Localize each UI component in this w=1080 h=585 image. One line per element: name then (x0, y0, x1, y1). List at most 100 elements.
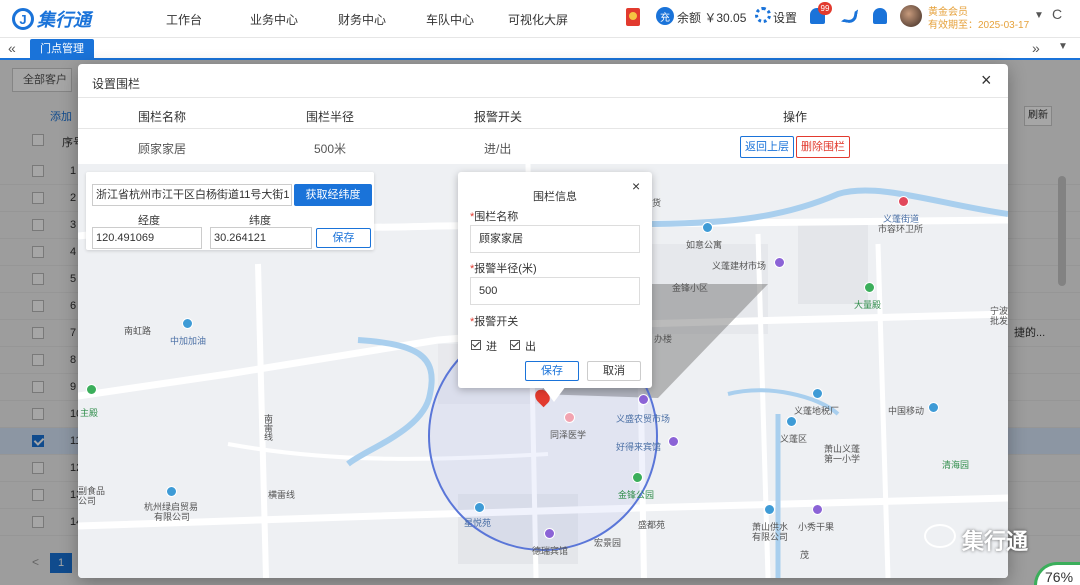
map-label: 大量殿 (854, 300, 882, 310)
tab-scroll-left-icon[interactable]: « (8, 40, 16, 56)
poi-icon[interactable] (812, 504, 823, 515)
alert-bell-icon[interactable] (873, 8, 887, 24)
poi-icon[interactable] (864, 282, 875, 293)
poi-icon[interactable] (764, 504, 775, 515)
poi-icon[interactable] (898, 196, 909, 207)
tab-scroll-right-icon[interactable]: » (1032, 40, 1040, 56)
map-label: 清海园 (942, 460, 970, 470)
nav-workbench[interactable]: 工作台 (166, 11, 202, 28)
map-label: 第一小学 (824, 454, 861, 464)
poi-icon[interactable] (86, 384, 97, 395)
nav-fleet-center[interactable]: 车队中心 (426, 11, 474, 28)
poi-icon[interactable] (564, 412, 575, 423)
map-view[interactable]: 义蓬街道 市容环卫所 如意公寓 义蓬建材市场 金锋小区 大量殿 南虹路 中加加油… (78, 164, 1008, 578)
wechat-icon (924, 524, 956, 548)
map-label: 金锋小区 (672, 283, 709, 293)
map-label: 义蓬区 (780, 434, 808, 444)
map-label: 德瑞宾馆 (532, 546, 569, 556)
map-label: 货 (652, 198, 662, 208)
member-expiry: 有效期至：2025-03-17 (928, 20, 1030, 31)
poi-icon[interactable] (166, 486, 177, 497)
poi-icon[interactable] (638, 394, 649, 405)
map-label: 茂 (800, 550, 810, 560)
alarm-radius-input[interactable]: 500 (470, 277, 640, 305)
nav-business-center[interactable]: 业务中心 (250, 11, 298, 28)
poi-icon[interactable] (786, 416, 797, 427)
table-divider (78, 128, 1008, 129)
save-coordinates-button[interactable]: 保存 (316, 228, 371, 248)
phone-icon[interactable] (840, 6, 859, 25)
longitude-input[interactable]: 120.491069 (92, 227, 202, 249)
geocode-panel: 浙江省杭州市江干区白杨街道11号大街1 获取经纬度 经度 纬度 120.4910… (86, 172, 374, 250)
map-label: 有限公司 (752, 532, 789, 542)
map-label: 义蓬建材市场 (712, 261, 767, 271)
fence-name-input[interactable]: 顾家家居 (470, 225, 640, 253)
red-envelope-icon[interactable] (626, 8, 640, 26)
poi-icon[interactable] (544, 528, 555, 539)
map-label: 中国移动 (888, 406, 925, 416)
poi-icon[interactable] (632, 472, 643, 483)
map-label: 金锋公园 (618, 490, 655, 500)
column-header-actions: 操作 (783, 110, 808, 124)
poi-icon[interactable] (702, 222, 713, 233)
alarm-radius-label-text: 报警半径(米) (474, 263, 537, 275)
alarm-switch-cell: 进/出 (484, 142, 512, 156)
map-label: 市容环卫所 (878, 224, 924, 234)
watermark: 集行通 (962, 529, 1029, 554)
settings-link[interactable]: 设置 (773, 9, 797, 26)
refresh-icon[interactable]: C (1052, 6, 1062, 22)
notification-badge: 99 (818, 2, 832, 15)
poi-icon[interactable] (774, 257, 785, 268)
map-label: 中加加油 (170, 336, 207, 346)
map-label: 公司 (78, 496, 97, 506)
alarm-in-checkbox[interactable] (471, 340, 481, 350)
back-button[interactable]: 返回上层 (740, 136, 794, 158)
map-label: 义蓬地税厂 (794, 406, 840, 416)
fence-name-label-text: 围栏名称 (474, 211, 519, 223)
map-label: 星悦苑 (464, 518, 492, 528)
close-icon[interactable]: × (632, 178, 640, 194)
gear-icon[interactable] (755, 7, 771, 23)
poi-icon[interactable] (474, 502, 485, 513)
map-label: 盛都苑 (638, 520, 666, 530)
top-navbar: J 集行通 工作台 业务中心 财务中心 车队中心 可视化大屏 充 余额 ￥30.… (0, 0, 1080, 38)
latitude-input[interactable]: 30.264121 (210, 227, 312, 249)
tab-store-management[interactable]: 门点管理 (30, 39, 94, 59)
latitude-label: 纬度 (249, 215, 271, 227)
fence-table: 围栏名称 围栏半径 报警开关 操作 顾家家居 500米 进/出 返回上层 删除围… (78, 98, 1008, 164)
brand-logo[interactable]: J 集行通 (12, 6, 91, 32)
cancel-button[interactable]: 取消 (587, 361, 641, 381)
fence-info-popup: 围栏信息 × *围栏名称 顾家家居 *报警半径(米) 500 *报警开关 进 出… (458, 172, 652, 402)
column-header-fence-radius: 围栏半径 (306, 110, 355, 124)
poi-icon[interactable] (812, 388, 823, 399)
address-input[interactable]: 浙江省杭州市江干区白杨街道11号大街1 (92, 184, 292, 206)
brand-name: 集行通 (37, 10, 91, 30)
tab-menu-icon[interactable]: ▼ (1058, 41, 1068, 52)
map-label: 办楼 (654, 334, 673, 344)
alarm-switch-label: *报警开关 (470, 313, 518, 329)
close-icon[interactable]: × (981, 70, 992, 91)
alarm-out-checkbox[interactable] (510, 340, 520, 350)
alarm-out-label: 出 (525, 341, 536, 353)
map-label: 批发 (990, 316, 1008, 326)
tab-bar: « 门点管理 » ▼ (0, 38, 1080, 60)
fence-radius-cell: 500米 (314, 142, 347, 156)
nav-finance-center[interactable]: 财务中心 (338, 11, 386, 28)
recharge-icon[interactable]: 充 (656, 7, 674, 25)
save-button[interactable]: 保存 (525, 361, 579, 381)
get-latlng-button[interactable]: 获取经纬度 (294, 184, 372, 206)
poi-icon[interactable] (668, 436, 679, 447)
delete-fence-button[interactable]: 删除围栏 (796, 136, 850, 158)
map-label: 好得来宾馆 (616, 442, 662, 452)
poi-icon[interactable] (928, 402, 939, 413)
popup-title: 围栏信息 (533, 191, 577, 203)
alarm-in-label: 进 (486, 341, 497, 353)
column-header-fence-name: 围栏名称 (138, 110, 187, 124)
map-label: 南雷线 (263, 414, 273, 441)
avatar[interactable] (900, 5, 922, 27)
poi-icon[interactable] (182, 318, 193, 329)
nav-visual-screen[interactable]: 可视化大屏 (508, 11, 568, 28)
fence-name-cell: 顾家家居 (138, 142, 187, 156)
chevron-down-icon[interactable]: ▼ (1034, 10, 1044, 21)
fence-settings-dialog: 设置围栏 × 围栏名称 围栏半径 报警开关 操作 顾家家居 500米 进/出 返… (78, 64, 1008, 578)
